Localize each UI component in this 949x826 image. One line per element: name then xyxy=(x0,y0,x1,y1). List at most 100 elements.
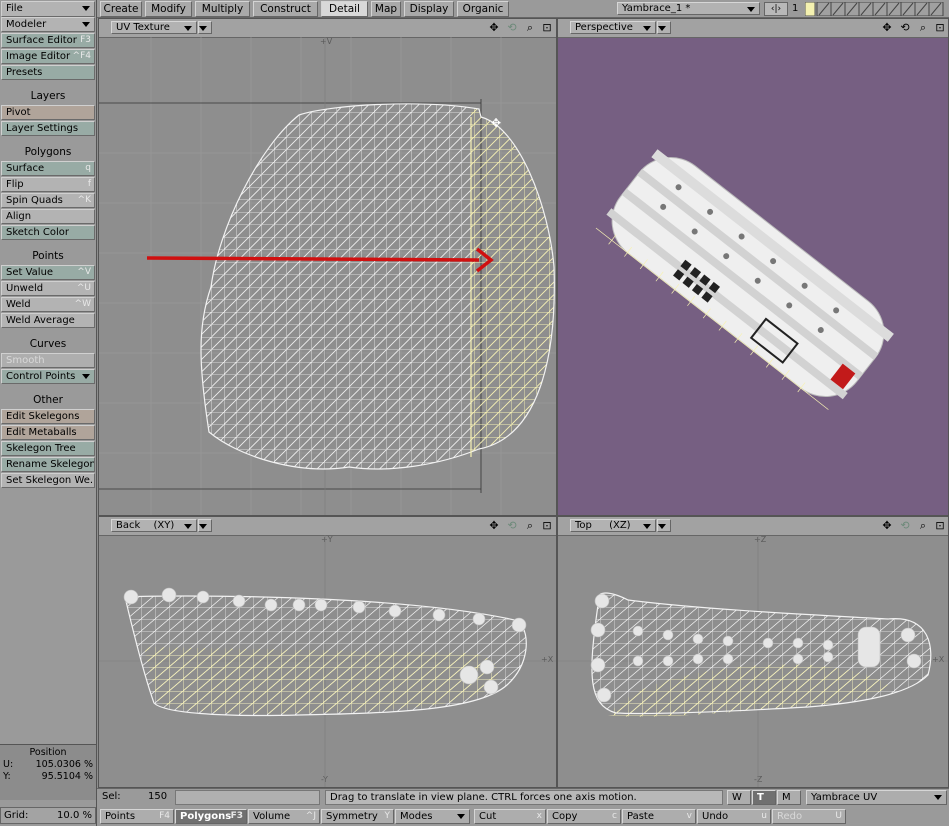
chevron-down-icon xyxy=(82,374,90,379)
tab-modify[interactable]: Modify xyxy=(145,1,192,17)
t-label: T xyxy=(757,792,764,803)
pan-icon[interactable]: ✥ xyxy=(880,21,894,35)
top-viewport[interactable]: Top (XZ) ✥ ⟲ ⌕ ⊡ +Z +X -Z xyxy=(557,516,949,788)
rename-skelegon-button[interactable]: Rename Skelegon xyxy=(1,457,95,472)
weld-button[interactable]: Weld ^W xyxy=(1,297,95,312)
symmetry-button[interactable]: Symmetry Y xyxy=(321,809,394,824)
status-message: Drag to translate in view plane. CTRL fo… xyxy=(325,790,723,805)
tab-create[interactable]: Create xyxy=(100,1,142,17)
copy-button[interactable]: Copy c xyxy=(547,809,621,824)
viewport-mode-selector[interactable]: Top (XZ) xyxy=(570,519,656,532)
viewport-axes-label: (XZ) xyxy=(609,520,631,531)
tab-multiply[interactable]: Multiply xyxy=(195,1,250,17)
chevron-down-icon xyxy=(658,26,666,31)
viewport-options-button[interactable] xyxy=(198,519,212,532)
edit-skelegons-button[interactable]: Edit Skelegons xyxy=(1,409,95,424)
viewport-mode-selector[interactable]: UV Texture xyxy=(111,21,197,34)
paste-label: Paste xyxy=(627,811,654,822)
pan-icon[interactable]: ✥ xyxy=(487,21,501,35)
surface-editor-button[interactable]: Surface Editor F3 xyxy=(1,33,95,48)
perspective-viewport[interactable]: Perspective ✥ ⟲ ⌕ ⊡ xyxy=(557,18,949,516)
surface-button[interactable]: Surface q xyxy=(1,161,95,176)
arrow-right-icon[interactable]: › xyxy=(778,4,782,14)
tab-display[interactable]: Display xyxy=(404,1,454,17)
maximize-icon[interactable]: ⊡ xyxy=(540,519,554,533)
modeler-menu-button[interactable]: Modeler xyxy=(1,17,95,32)
maximize-icon[interactable]: ⊡ xyxy=(933,21,947,35)
viewport-options-button[interactable] xyxy=(657,21,671,34)
uv-texture-viewport[interactable]: UV Texture ✥ ⟲ ⌕ ⊡ +V ✥ xyxy=(98,18,557,516)
paste-button[interactable]: Paste v xyxy=(622,809,696,824)
spin-quads-button[interactable]: Spin Quads ^K xyxy=(1,193,95,208)
world-coordinates-button[interactable]: W xyxy=(727,790,751,805)
rotate-icon[interactable]: ⟲ xyxy=(898,519,912,533)
viewport-mode-selector[interactable]: Perspective xyxy=(570,21,656,34)
viewport-mode-label: Top xyxy=(575,520,592,531)
edit-metaballs-button[interactable]: Edit Metaballs xyxy=(1,425,95,440)
maximize-icon[interactable]: ⊡ xyxy=(933,519,947,533)
weld-average-button[interactable]: Weld Average xyxy=(1,313,95,328)
pan-icon[interactable]: ✥ xyxy=(487,519,501,533)
texture-coordinates-button[interactable]: T xyxy=(752,790,776,805)
zoom-icon[interactable]: ⌕ xyxy=(916,519,930,533)
redo-button[interactable]: Redo U xyxy=(772,809,846,824)
unweld-button[interactable]: Unweld ^U xyxy=(1,281,95,296)
morph-coordinates-button[interactable]: M xyxy=(777,790,801,805)
layer-bank[interactable] xyxy=(804,1,945,17)
object-selector[interactable]: Yambrace_1 * xyxy=(617,2,760,15)
m-label: M xyxy=(782,792,791,803)
set-value-button[interactable]: Set Value ^V xyxy=(1,265,95,280)
zoom-icon[interactable]: ⌕ xyxy=(916,21,930,35)
cut-button[interactable]: Cut x xyxy=(474,809,546,824)
rotate-icon[interactable]: ⟲ xyxy=(898,21,912,35)
points-mode-button[interactable]: Points F4 xyxy=(100,809,174,824)
tab-detail[interactable]: Detail xyxy=(321,1,368,17)
tab-organic[interactable]: Organic xyxy=(457,1,509,17)
sketch-color-button[interactable]: Sketch Color xyxy=(1,225,95,240)
uv-map-selector[interactable]: Yambrace UV xyxy=(806,790,947,805)
rotate-icon[interactable]: ⟲ xyxy=(505,519,519,533)
undo-button[interactable]: Undo u xyxy=(697,809,771,824)
viewport-options-button[interactable] xyxy=(198,21,212,34)
viewport-options-button[interactable] xyxy=(657,519,671,532)
set-skelegon-weight-button[interactable]: Set Skelegon We... xyxy=(1,473,95,488)
image-editor-button[interactable]: Image Editor ^F4 xyxy=(1,49,95,64)
pivot-button[interactable]: Pivot xyxy=(1,105,95,120)
modes-label: Modes xyxy=(400,811,433,822)
tab-map[interactable]: Map xyxy=(371,1,401,17)
pan-icon[interactable]: ✥ xyxy=(880,519,894,533)
skelegon-tree-button[interactable]: Skelegon Tree xyxy=(1,441,95,456)
control-points-button[interactable]: Control Points xyxy=(1,369,95,384)
arrow-left-icon[interactable]: ‹ xyxy=(771,4,775,14)
tab-construct[interactable]: Construct xyxy=(253,1,318,17)
presets-button[interactable]: Presets xyxy=(1,65,95,80)
rotate-icon[interactable]: ⟲ xyxy=(505,21,519,35)
shortcut-label: ^K xyxy=(77,195,91,205)
pivot-label: Pivot xyxy=(6,107,31,118)
polygons-mode-button[interactable]: Polygons F3 xyxy=(175,809,247,824)
grid-readout: Grid: 10.0 % xyxy=(0,807,96,824)
viewport-mode-selector[interactable]: Back (XY) xyxy=(111,519,197,532)
chevron-down-icon xyxy=(199,524,207,529)
undo-label: Undo xyxy=(702,811,729,822)
chevron-down-icon xyxy=(643,524,651,529)
maximize-icon[interactable]: ⊡ xyxy=(540,21,554,35)
layer-settings-label: Layer Settings xyxy=(6,123,79,134)
shortcut-label: c xyxy=(612,811,617,821)
layer-settings-button[interactable]: Layer Settings xyxy=(1,121,95,136)
align-button[interactable]: Align xyxy=(1,209,95,224)
modes-menu-button[interactable]: Modes xyxy=(395,809,470,824)
zoom-icon[interactable]: ⌕ xyxy=(523,21,537,35)
symmetry-label: Symmetry xyxy=(326,811,378,822)
layer-nav-arrows[interactable]: ‹|› xyxy=(764,2,788,16)
volume-mode-button[interactable]: Volume ^J xyxy=(248,809,320,824)
file-menu-button[interactable]: File xyxy=(1,1,95,17)
smooth-button[interactable]: Smooth xyxy=(1,353,95,368)
shortcut-label: ^U xyxy=(76,283,91,293)
set-value-label: Set Value xyxy=(6,267,54,278)
zoom-icon[interactable]: ⌕ xyxy=(523,519,537,533)
points-mode-label: Points xyxy=(105,811,136,822)
top-mesh-canvas xyxy=(558,535,948,787)
back-viewport[interactable]: Back (XY) ✥ ⟲ ⌕ ⊡ +Y +X -Y xyxy=(98,516,557,788)
flip-button[interactable]: Flip f xyxy=(1,177,95,192)
